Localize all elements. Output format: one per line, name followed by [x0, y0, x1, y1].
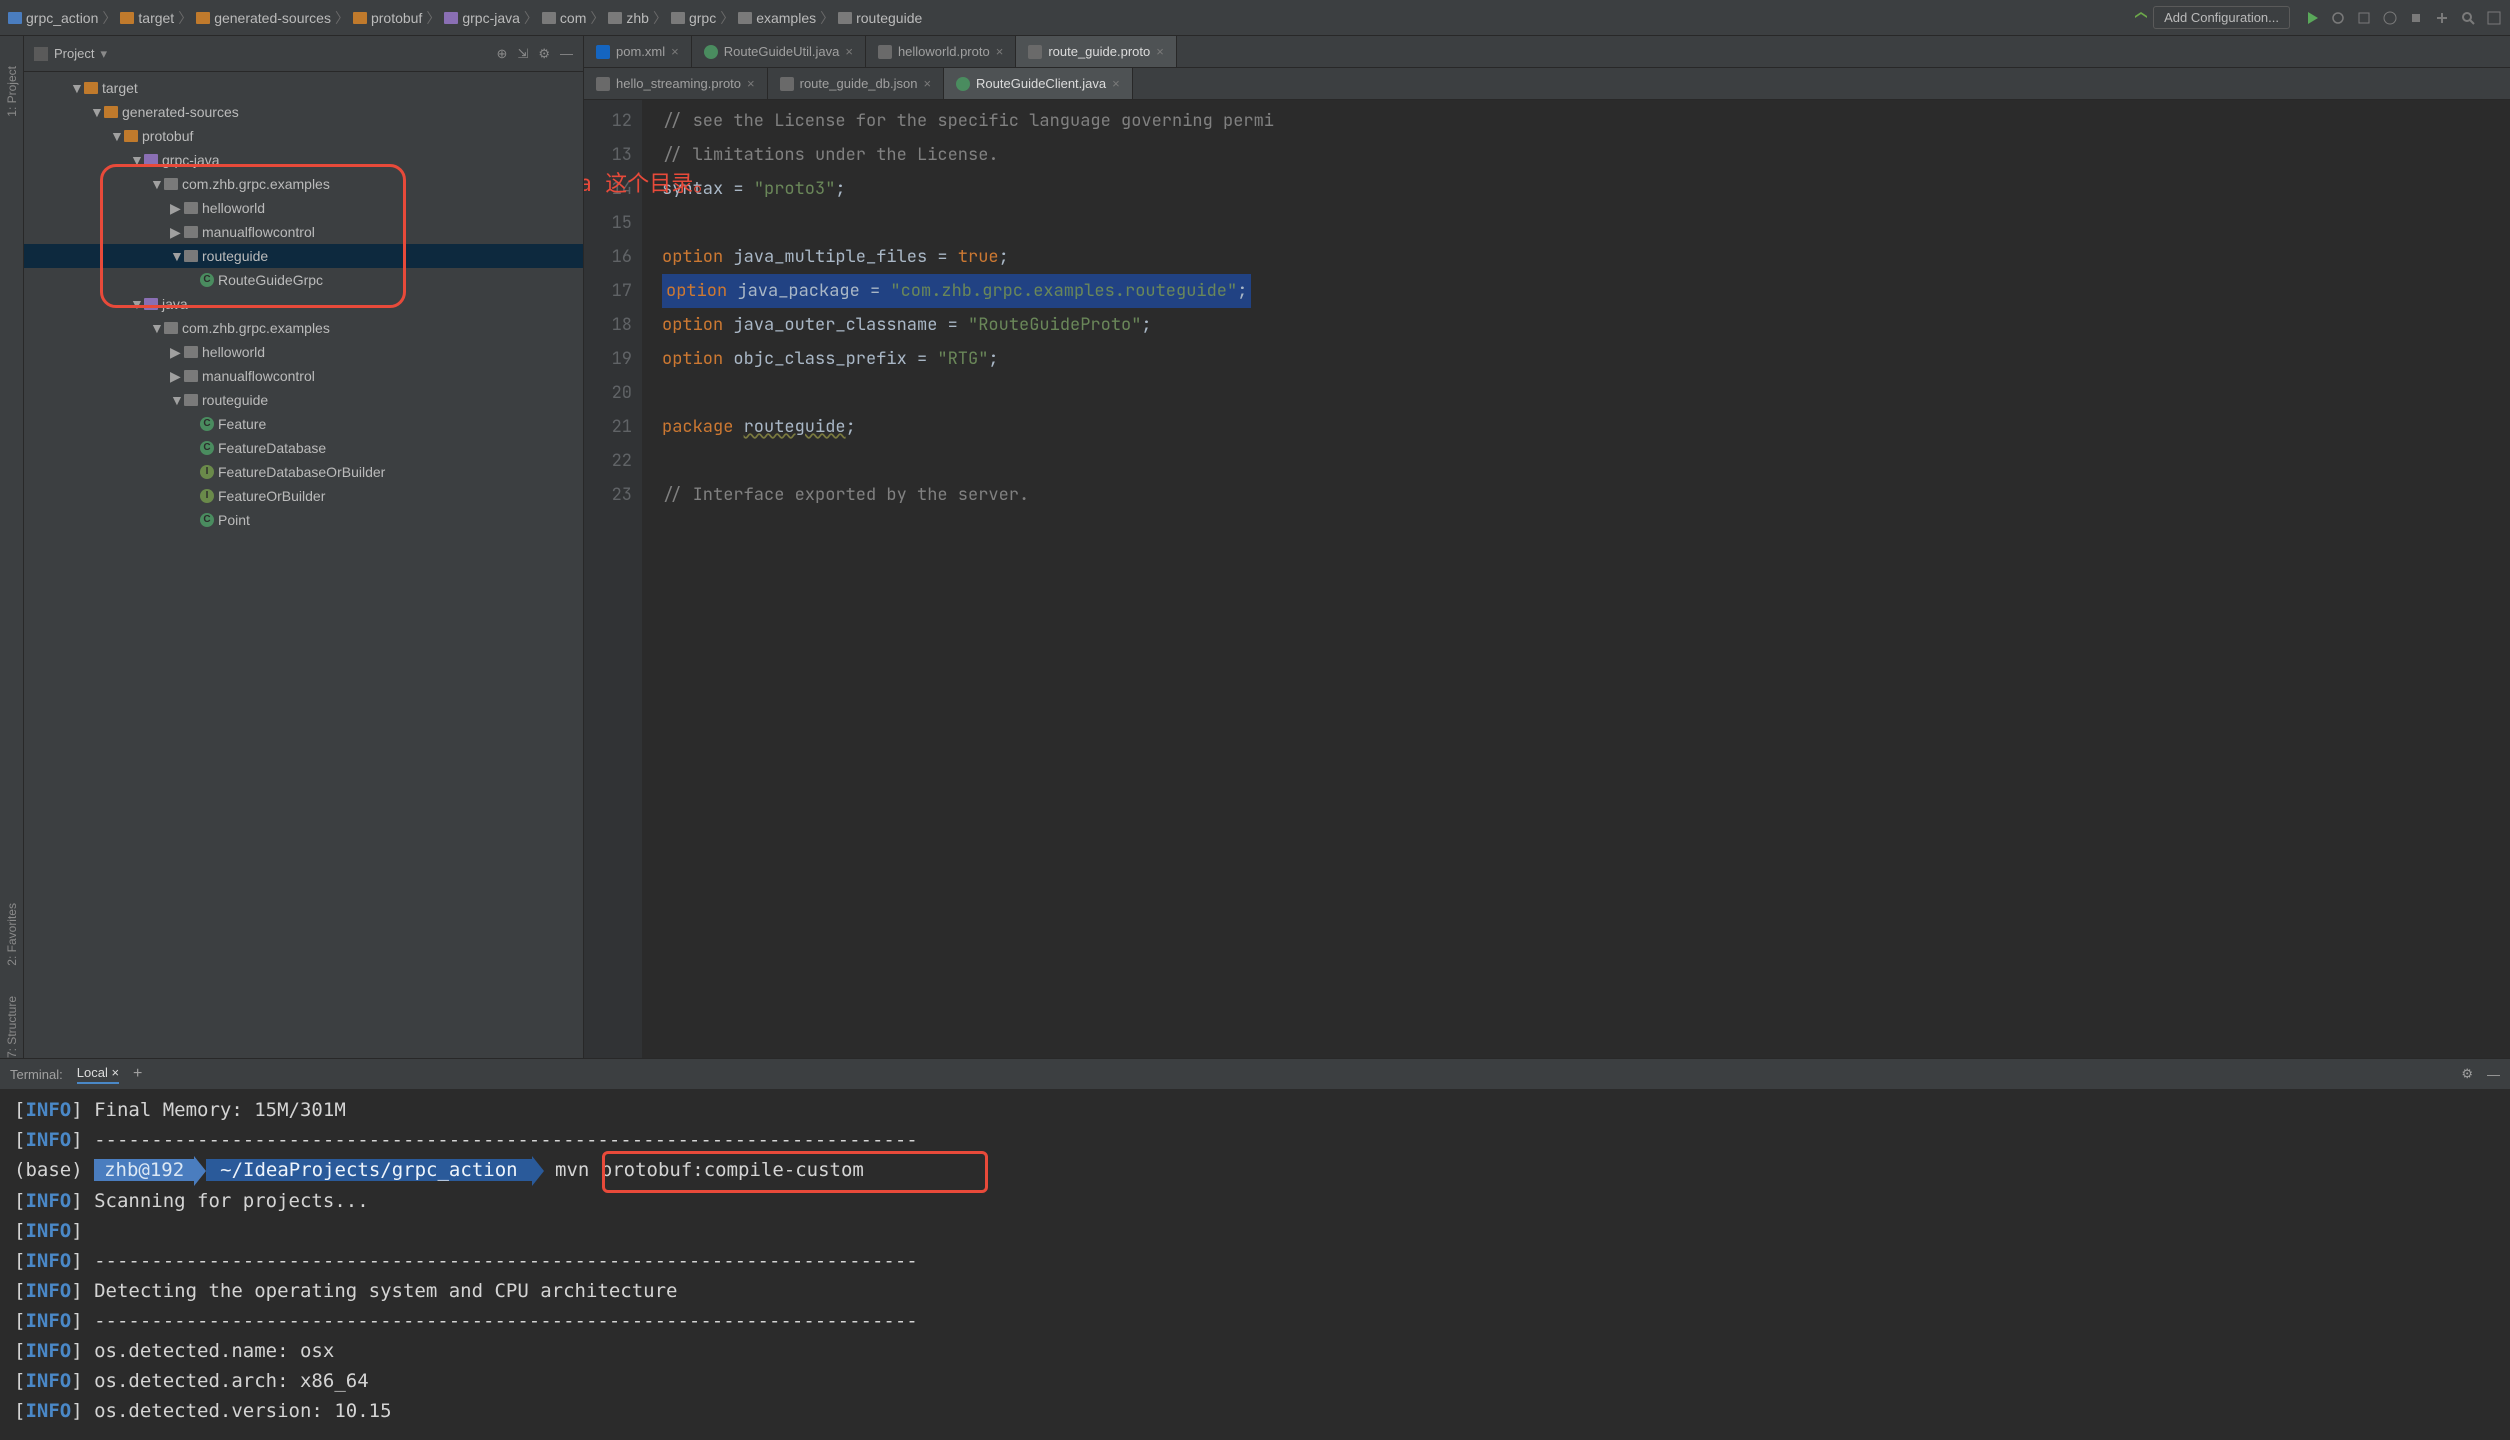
project-panel: Project ▾ ⊕ ⇲ ⚙ — ▼target ▼generated-sou… [24, 36, 584, 1058]
structure-tool-tab[interactable]: 7: Structure [5, 996, 19, 1058]
tree-node-folder[interactable]: ▼routeguide [24, 388, 583, 412]
tab-label: helloworld.proto [898, 44, 990, 59]
tree-node-generated-sources[interactable]: ▼generated-sources [24, 100, 583, 124]
editor-tab[interactable]: route_guide.proto × [1016, 36, 1177, 67]
close-icon[interactable]: × [111, 1065, 119, 1080]
tree-node-class[interactable]: FeatureDatabase [24, 436, 583, 460]
run-icon[interactable] [2304, 10, 2320, 26]
editor-tabs-row-2: hello_streaming.proto×route_guide_db.jso… [584, 68, 2510, 100]
tree-node-folder[interactable]: ▶manualflowcontrol [24, 364, 583, 388]
terminal-tab-local[interactable]: Local × [77, 1065, 119, 1084]
tree-node-routeguide[interactable]: ▼routeguide [24, 244, 583, 268]
search-icon[interactable] [2460, 10, 2476, 26]
coverage-icon[interactable] [2356, 10, 2372, 26]
project-panel-header: Project ▾ ⊕ ⇲ ⚙ — [24, 36, 583, 72]
close-icon[interactable]: × [996, 44, 1004, 59]
hide-icon[interactable]: — [2487, 1067, 2500, 1082]
tab-label: route_guide.proto [1048, 44, 1150, 59]
tab-label: hello_streaming.proto [616, 76, 741, 91]
profile-icon[interactable] [2382, 10, 2398, 26]
code-content[interactable]: // see the License for the specific lang… [642, 100, 2510, 1058]
vcs-icon[interactable] [2434, 10, 2450, 26]
tree-node-interface[interactable]: FeatureDatabaseOrBuilder [24, 460, 583, 484]
tree-node-package[interactable]: ▼com.zhb.grpc.examples [24, 172, 583, 196]
tree-node-java[interactable]: ▼java [24, 292, 583, 316]
close-icon[interactable]: × [923, 76, 931, 91]
expand-icon[interactable]: ⇲ [517, 46, 528, 62]
file-icon [878, 45, 892, 59]
terminal-tabs: Terminal: Local × + ⚙ — [0, 1059, 2510, 1089]
tab-label: route_guide_db.json [800, 76, 918, 91]
terminal-label: Terminal: [10, 1067, 63, 1082]
gear-icon[interactable]: ⚙ [2461, 1066, 2473, 1082]
gear-icon[interactable]: ⚙ [538, 46, 550, 62]
file-icon [1028, 45, 1042, 59]
project-view-icon [34, 47, 48, 61]
project-tool-tab[interactable]: 1: Project [5, 66, 19, 117]
file-icon [956, 77, 970, 91]
favorites-tool-tab[interactable]: 2: Favorites [5, 903, 19, 966]
editor-tab[interactable]: route_guide_db.json × [768, 68, 944, 99]
editor-tab[interactable]: hello_streaming.proto × [584, 68, 768, 99]
tree-node-protobuf[interactable]: ▼protobuf [24, 124, 583, 148]
breadcrumb[interactable]: grpc_action〉 target〉 generated-sources〉 … [8, 8, 2129, 28]
settings-icon[interactable] [2486, 10, 2502, 26]
tool-window-stripe-left: 1: Project 2: Favorites 7: Structure [0, 36, 24, 1058]
run-toolbar [2294, 10, 2502, 26]
file-icon [596, 45, 610, 59]
navigation-bar: grpc_action〉 target〉 generated-sources〉 … [0, 0, 2510, 36]
editor-area: pom.xml×RouteGuideUtil.java×helloworld.p… [584, 36, 2510, 1058]
add-terminal-icon[interactable]: + [133, 1065, 142, 1083]
close-icon[interactable]: × [845, 44, 853, 59]
annotation-text: 命令执行成功后， 多出来 grpc-java 这个目录。 [584, 138, 715, 200]
tree-node-class[interactable]: Point [24, 508, 583, 532]
stop-icon[interactable] [2408, 10, 2424, 26]
tab-label: RouteGuideUtil.java [724, 44, 840, 59]
tree-node-interface[interactable]: FeatureOrBuilder [24, 484, 583, 508]
tree-node-target[interactable]: ▼target [24, 76, 583, 100]
project-tree[interactable]: ▼target ▼generated-sources ▼protobuf ▼gr… [24, 72, 583, 1058]
close-icon[interactable]: × [747, 76, 755, 91]
editor-tab[interactable]: pom.xml × [584, 36, 692, 67]
editor-tab[interactable]: RouteGuideUtil.java × [692, 36, 866, 67]
file-icon [704, 45, 718, 59]
hammer-icon[interactable] [2133, 10, 2149, 26]
hide-icon[interactable]: — [560, 46, 573, 61]
tree-node-folder[interactable]: ▶helloworld [24, 340, 583, 364]
editor-body[interactable]: 121314151617181920212223 // see the Lice… [584, 100, 2510, 1058]
close-icon[interactable]: × [1156, 44, 1164, 59]
editor-tab[interactable]: RouteGuideClient.java × [944, 68, 1133, 99]
close-icon[interactable]: × [671, 44, 679, 59]
tree-node-class[interactable]: RouteGuideGrpc [24, 268, 583, 292]
editor-tab[interactable]: helloworld.proto × [866, 36, 1016, 67]
terminal-output[interactable]: [INFO] Final Memory: 15M/301M[INFO] ----… [0, 1089, 2510, 1440]
debug-icon[interactable] [2330, 10, 2346, 26]
terminal-panel: Terminal: Local × + ⚙ — [INFO] Final Mem… [0, 1058, 2510, 1440]
tree-node-folder[interactable]: ▶helloworld [24, 196, 583, 220]
close-icon[interactable]: × [1112, 76, 1120, 91]
tree-node-package[interactable]: ▼com.zhb.grpc.examples [24, 316, 583, 340]
project-panel-title: Project [54, 46, 94, 61]
project-dropdown-icon[interactable]: ▾ [100, 46, 107, 62]
tree-node-grpc-java[interactable]: ▼grpc-java [24, 148, 583, 172]
file-icon [780, 77, 794, 91]
line-gutter: 121314151617181920212223 [584, 100, 642, 1058]
add-configuration-button[interactable]: Add Configuration... [2153, 6, 2290, 29]
editor-tabs-row-1: pom.xml×RouteGuideUtil.java×helloworld.p… [584, 36, 2510, 68]
file-icon [596, 77, 610, 91]
tab-label: RouteGuideClient.java [976, 76, 1106, 91]
tree-node-class[interactable]: Feature [24, 412, 583, 436]
tab-label: pom.xml [616, 44, 665, 59]
locate-icon[interactable]: ⊕ [497, 46, 508, 62]
tree-node-folder[interactable]: ▶manualflowcontrol [24, 220, 583, 244]
